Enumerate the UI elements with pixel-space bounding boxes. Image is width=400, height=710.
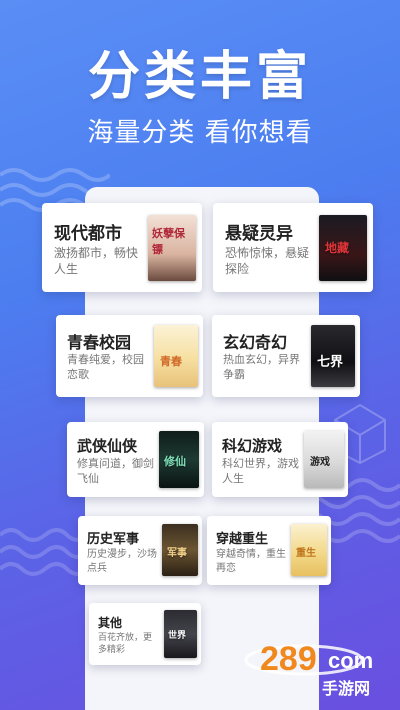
category-card-scifi-game[interactable]: 科幻游戏 科幻世界，游戏人生 游戏 — [212, 422, 348, 497]
category-card-wuxia[interactable]: 武侠仙侠 修真问道，御剑飞仙 修仙 — [67, 422, 204, 497]
category-card-campus[interactable]: 青春校园 青春纯爱，校园恋歌 青春 — [56, 315, 203, 397]
book-cover: 修仙 — [159, 431, 199, 488]
svg-text:手游网: 手游网 — [322, 679, 370, 698]
book-cover: 军事 — [162, 524, 198, 576]
wave-decoration-bottom — [0, 528, 90, 576]
book-cover: 地藏 — [319, 215, 367, 281]
category-desc: 青春纯爱，校园恋歌 — [67, 353, 144, 381]
promo-screen: 分类丰富 海量分类 看你想看 现代都市 激扬都市，畅快人生 妖孽保镖 悬疑灵异 … — [0, 0, 400, 710]
category-title: 悬疑灵异 — [225, 224, 293, 244]
category-title: 现代都市 — [54, 224, 122, 244]
category-title: 玄幻奇幻 — [223, 333, 288, 352]
category-desc: 百花齐放，更多精彩 — [98, 633, 153, 656]
category-card-time-travel[interactable]: 穿越重生 穿越奇情，重生再恋 重生 — [207, 516, 331, 585]
category-desc: 修真问道，御剑飞仙 — [77, 457, 154, 485]
watermark-logo-icon: 289 com 手游网 — [244, 640, 373, 698]
category-desc: 历史漫步，沙场点兵 — [87, 549, 157, 574]
category-card-modern-city[interactable]: 现代都市 激扬都市，畅快人生 妖孽保镖 — [42, 203, 202, 292]
book-cover: 青春 — [154, 325, 198, 387]
category-title: 武侠仙侠 — [77, 437, 138, 455]
book-cover: 世界 — [164, 610, 197, 658]
svg-text:com: com — [328, 648, 373, 673]
book-cover: 重生 — [291, 524, 327, 576]
category-title: 穿越重生 — [216, 532, 269, 547]
category-title: 其他 — [98, 616, 123, 630]
headline: 分类丰富 — [87, 47, 312, 107]
category-desc: 热血玄幻，异界争霸 — [223, 353, 300, 381]
category-card-other[interactable]: 其他 百花齐放，更多精彩 世界 — [89, 603, 201, 665]
category-desc: 恐怖惊悚，悬疑探险 — [225, 246, 310, 277]
svg-text:289: 289 — [260, 640, 317, 678]
book-cover: 游戏 — [304, 431, 344, 488]
category-desc: 激扬都市，畅快人生 — [54, 246, 139, 277]
category-desc: 穿越奇情，重生再恋 — [216, 549, 286, 574]
book-cover: 七界 — [311, 325, 355, 387]
category-card-fantasy[interactable]: 玄幻奇幻 热血玄幻，异界争霸 七界 — [212, 315, 360, 397]
subheadline: 海量分类 看你想看 — [87, 118, 313, 148]
category-desc: 科幻世界，游戏人生 — [222, 457, 299, 485]
book-cover: 妖孽保镖 — [148, 215, 196, 281]
category-title: 科幻游戏 — [222, 437, 283, 455]
category-card-history-military[interactable]: 历史军事 历史漫步，沙场点兵 军事 — [78, 516, 202, 585]
category-card-suspense[interactable]: 悬疑灵异 恐怖惊悚，悬疑探险 地藏 — [213, 203, 373, 292]
site-watermark: 289 com 手游网 — [242, 632, 392, 702]
category-title: 历史军事 — [87, 532, 140, 547]
category-title: 青春校园 — [67, 333, 132, 352]
